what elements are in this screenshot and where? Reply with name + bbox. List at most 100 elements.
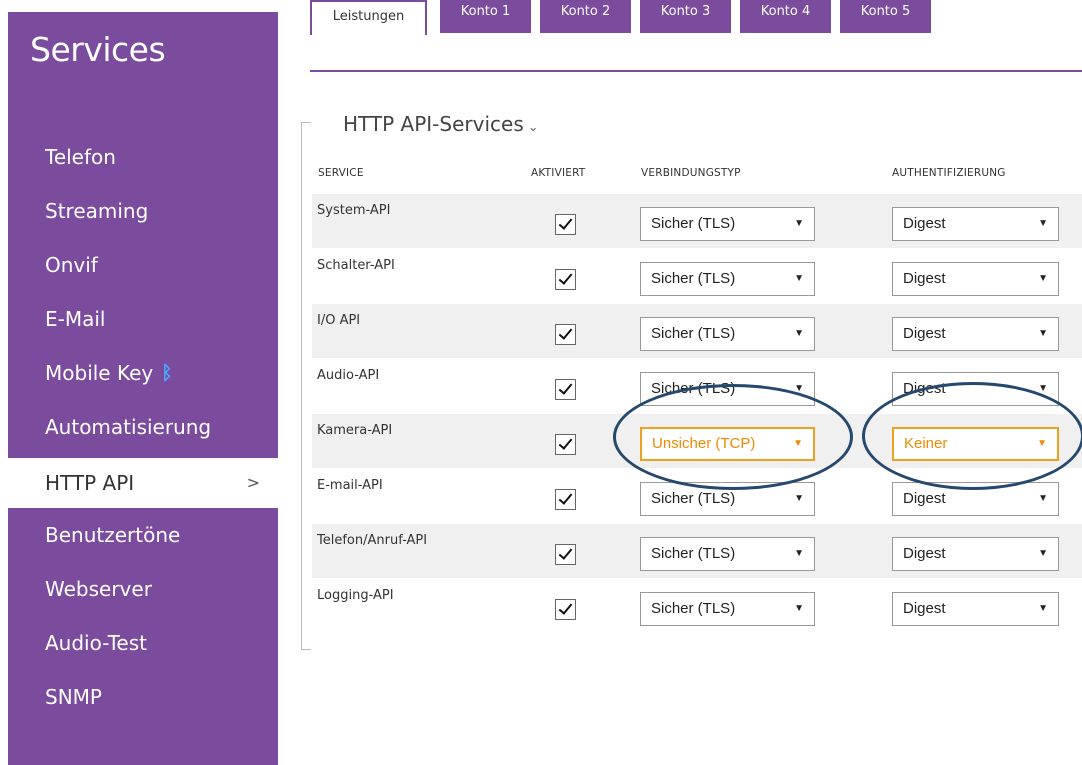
connection-type-select[interactable]: Sicher (TLS) ▼	[640, 592, 815, 626]
sidebar-item-streaming[interactable]: Streaming	[8, 194, 278, 248]
table-row: I/O API Sicher (TLS) ▼ Digest ▼	[312, 304, 1082, 358]
sidebar-item-label: Automatisierung	[45, 415, 212, 439]
connection-type-select[interactable]: Sicher (TLS) ▼	[640, 372, 815, 406]
sidebar-item-onvif[interactable]: Onvif	[8, 248, 278, 302]
enabled-checkbox[interactable]	[555, 269, 576, 290]
dropdown-arrow-icon: ▼	[794, 328, 804, 339]
dropdown-arrow-icon: ▼	[794, 548, 804, 559]
table-row: Telefon/Anruf-API Sicher (TLS) ▼ Digest ▼	[312, 524, 1082, 578]
select-value: Sicher (TLS)	[651, 325, 736, 342]
service-name: I/O API	[317, 313, 361, 328]
sidebar-item-label: Streaming	[45, 199, 149, 223]
authentication-select[interactable]: Digest ▼	[892, 482, 1059, 516]
bluetooth-icon: ᛒ	[161, 362, 173, 384]
dropdown-arrow-icon: ▼	[793, 438, 803, 449]
authentication-select[interactable]: Digest ▼	[892, 592, 1059, 626]
sidebar-item-webserver[interactable]: Webserver	[8, 572, 278, 626]
select-value: Sicher (TLS)	[651, 270, 736, 287]
dropdown-arrow-icon: ▼	[1038, 328, 1048, 339]
column-header-auth: AUTHENTIFIZIERUNG	[892, 167, 1006, 179]
select-value: Sicher (TLS)	[651, 545, 736, 562]
chevron-down-icon: ⌄	[527, 120, 539, 135]
enabled-checkbox[interactable]	[555, 544, 576, 565]
select-value: Keiner	[904, 435, 948, 452]
dropdown-arrow-icon: ▼	[794, 383, 804, 394]
dropdown-arrow-icon: ▼	[1038, 218, 1048, 229]
select-value: Digest	[903, 380, 946, 397]
sidebar-item-http-api[interactable]: HTTP API >	[8, 458, 278, 508]
sidebar-item-automatisierung[interactable]: Automatisierung	[8, 410, 278, 464]
tab-konto-1[interactable]: Konto 1	[440, 0, 531, 33]
service-name: Schalter-API	[317, 258, 395, 273]
select-value: Sicher (TLS)	[651, 490, 736, 507]
enabled-checkbox[interactable]	[555, 434, 576, 455]
sidebar-item-audio-test[interactable]: Audio-Test	[8, 626, 278, 680]
dropdown-arrow-icon: ▼	[1038, 603, 1048, 614]
enabled-checkbox[interactable]	[555, 214, 576, 235]
select-value: Digest	[903, 490, 946, 507]
service-name: E-mail-API	[317, 478, 383, 493]
tab-konto-2[interactable]: Konto 2	[540, 0, 631, 33]
sidebar-item-label: E-Mail	[45, 307, 106, 331]
authentication-select[interactable]: Keiner ▼	[892, 427, 1059, 461]
authentication-select[interactable]: Digest ▼	[892, 262, 1059, 296]
sidebar-item-snmp[interactable]: SNMP	[8, 680, 278, 734]
select-value: Sicher (TLS)	[651, 215, 736, 232]
table-row: Logging-API Sicher (TLS) ▼ Digest ▼	[312, 579, 1082, 633]
select-value: Digest	[903, 600, 946, 617]
sidebar-item-email[interactable]: E-Mail	[8, 302, 278, 356]
sidebar-item-label: Webserver	[45, 577, 152, 601]
enabled-checkbox[interactable]	[555, 379, 576, 400]
sidebar: Services Telefon Streaming Onvif E-Mail …	[8, 12, 278, 765]
enabled-checkbox[interactable]	[555, 599, 576, 620]
table-row: System-API Sicher (TLS) ▼ Digest ▼	[312, 194, 1082, 248]
tab-konto-3[interactable]: Konto 3	[640, 0, 731, 33]
connection-type-select[interactable]: Sicher (TLS) ▼	[640, 207, 815, 241]
dropdown-arrow-icon: ▼	[1038, 548, 1048, 559]
select-value: Sicher (TLS)	[651, 600, 736, 617]
table-row: Kamera-API Unsicher (TCP) ▼ Keiner ▼	[312, 414, 1082, 468]
sidebar-item-label: Benutzertöne	[45, 523, 181, 547]
service-name: Telefon/Anruf-API	[317, 533, 428, 548]
connection-type-select[interactable]: Unsicher (TCP) ▼	[640, 427, 815, 461]
select-value: Sicher (TLS)	[651, 380, 736, 397]
tab-konto-5[interactable]: Konto 5	[840, 0, 931, 33]
sidebar-item-label: HTTP API	[45, 471, 135, 495]
dropdown-arrow-icon: ▼	[1038, 383, 1048, 394]
sidebar-title: Services	[30, 30, 166, 69]
service-name: Audio-API	[317, 368, 380, 383]
connection-type-select[interactable]: Sicher (TLS) ▼	[640, 317, 815, 351]
enabled-checkbox[interactable]	[555, 489, 576, 510]
column-header-connection: VERBINDUNGSTYP	[641, 167, 741, 179]
dropdown-arrow-icon: ▼	[794, 218, 804, 229]
tab-leistungen[interactable]: Leistungen	[310, 0, 427, 35]
connection-type-select[interactable]: Sicher (TLS) ▼	[640, 482, 815, 516]
section-bracket	[301, 122, 311, 650]
sidebar-item-label: Onvif	[45, 253, 98, 277]
connection-type-select[interactable]: Sicher (TLS) ▼	[640, 262, 815, 296]
authentication-select[interactable]: Digest ▼	[892, 372, 1059, 406]
select-value: Digest	[903, 325, 946, 342]
authentication-select[interactable]: Digest ▼	[892, 537, 1059, 571]
authentication-select[interactable]: Digest ▼	[892, 207, 1059, 241]
dropdown-arrow-icon: ▼	[1038, 273, 1048, 284]
sidebar-nav: Telefon Streaming Onvif E-Mail Mobile Ke…	[8, 140, 278, 734]
select-value: Digest	[903, 270, 946, 287]
chevron-right-icon: >	[246, 473, 260, 492]
table-row: Schalter-API Sicher (TLS) ▼ Digest ▼	[312, 249, 1082, 303]
select-value: Digest	[903, 545, 946, 562]
service-name: Logging-API	[317, 588, 394, 603]
connection-type-select[interactable]: Sicher (TLS) ▼	[640, 537, 815, 571]
tabs-underline	[310, 70, 1082, 72]
section-title-text: HTTP API-Services	[343, 112, 524, 136]
dropdown-arrow-icon: ▼	[794, 273, 804, 284]
sidebar-item-mobile-key[interactable]: Mobile Key ᛒ	[8, 356, 278, 410]
section-title[interactable]: HTTP API-Services ⌄	[343, 112, 539, 136]
authentication-select[interactable]: Digest ▼	[892, 317, 1059, 351]
tab-konto-4[interactable]: Konto 4	[740, 0, 831, 33]
select-value: Digest	[903, 215, 946, 232]
sidebar-item-label: SNMP	[45, 685, 102, 709]
sidebar-item-benutzertoene[interactable]: Benutzertöne	[8, 518, 278, 572]
enabled-checkbox[interactable]	[555, 324, 576, 345]
sidebar-item-telefon[interactable]: Telefon	[8, 140, 278, 194]
